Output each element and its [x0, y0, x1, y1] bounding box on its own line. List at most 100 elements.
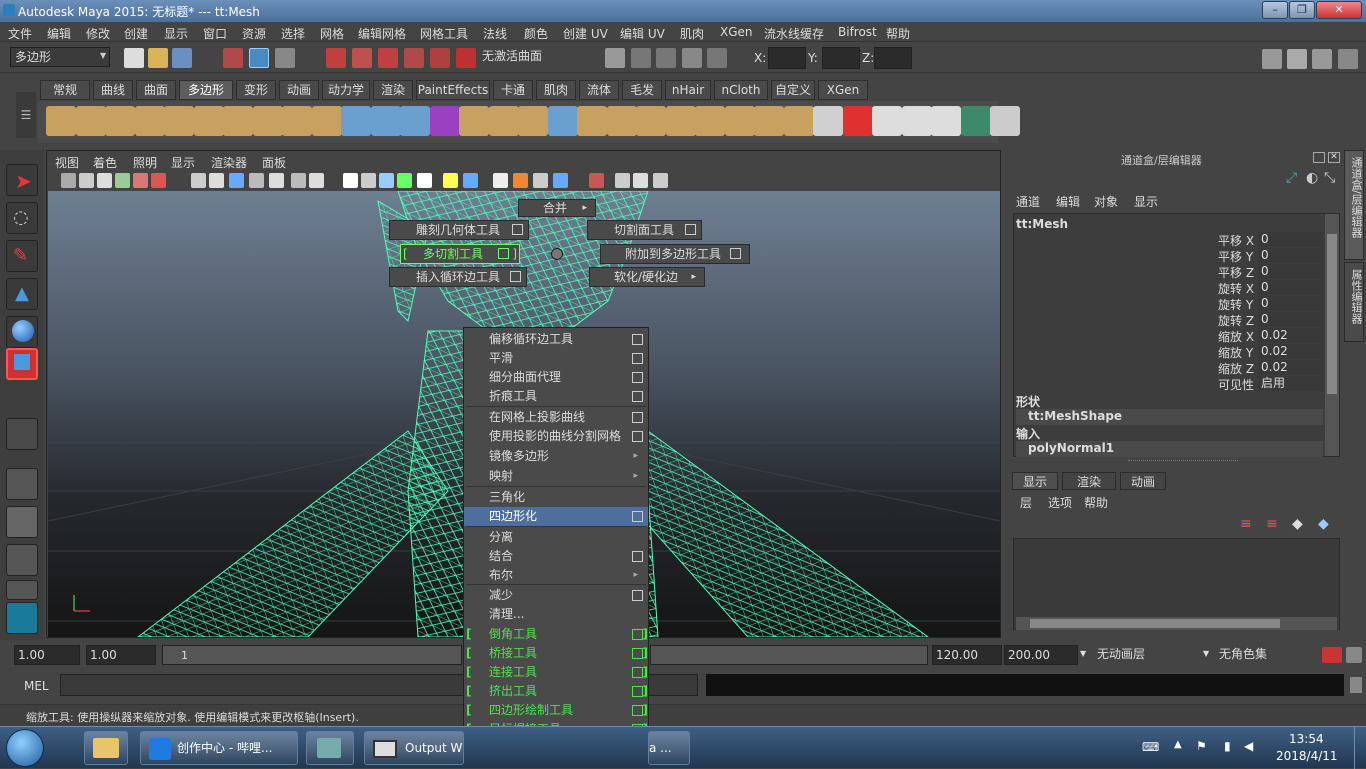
show-desktop-button[interactable]	[1354, 727, 1366, 769]
insert-loop-icon[interactable]	[636, 106, 666, 136]
option-box-icon[interactable]	[632, 353, 643, 364]
attr-value[interactable]: 0.02	[1258, 360, 1324, 375]
popup-item-13[interactable]: 减少	[464, 586, 648, 605]
option-box-icon[interactable]	[632, 705, 643, 716]
snap-grid-icon[interactable]	[326, 48, 346, 68]
menu-set-dropdown[interactable]: 多边形	[10, 47, 110, 67]
menu-7[interactable]: 选择	[281, 25, 305, 42]
viewport-menu-1[interactable]: 着色	[93, 154, 117, 171]
viewport-tool-12-icon[interactable]	[309, 173, 324, 188]
minimize-button[interactable]: –	[1262, 1, 1288, 19]
viewport-tool-25-icon[interactable]	[615, 173, 630, 188]
viewport-tool-4-icon[interactable]	[133, 173, 148, 188]
option-box-icon[interactable]	[632, 629, 643, 640]
move-layer-down-icon[interactable]: ◆	[1318, 516, 1329, 532]
menu-9[interactable]: 编辑网格	[358, 25, 406, 42]
render-settings-icon[interactable]	[682, 48, 702, 68]
layer-menu-2[interactable]: 帮助	[1084, 494, 1108, 511]
shelf-tab-11[interactable]: 流体	[579, 80, 619, 100]
rotate-tool-icon[interactable]	[6, 316, 38, 348]
ipr-render-icon[interactable]	[656, 48, 676, 68]
shelf-tab-6[interactable]: 动力学	[322, 80, 370, 100]
popup-item-2[interactable]: 细分曲面代理	[464, 368, 648, 387]
input-row[interactable]: polyNormal1	[1016, 441, 1323, 457]
splitter-handle[interactable]	[1128, 460, 1238, 464]
shelf-tab-12[interactable]: 毛发	[622, 80, 662, 100]
viewport-tool-18-icon[interactable]	[443, 173, 458, 188]
popup-item-9[interactable]: 四边形化	[464, 507, 648, 526]
snap-live-icon[interactable]	[430, 48, 450, 68]
planar-uv-icon[interactable]	[842, 106, 873, 136]
cylinder-icon[interactable]	[105, 106, 135, 136]
snap-curve-icon[interactable]	[352, 48, 372, 68]
viewport-tool-6-icon[interactable]	[191, 173, 206, 188]
select-component-icon[interactable]	[275, 48, 295, 68]
popup-item-4[interactable]: 在网格上投影曲线	[464, 408, 648, 427]
attribute-editor-icon[interactable]	[1287, 49, 1307, 69]
viewport-menu-3[interactable]: 显示	[171, 154, 195, 171]
shelf-tab-5[interactable]: 动画	[279, 80, 319, 100]
menu-4[interactable]: 显示	[164, 25, 188, 42]
viewport-tool-1-icon[interactable]	[79, 173, 94, 188]
shelf-tab-0[interactable]: 常规	[40, 80, 90, 100]
move-tool-icon[interactable]: ▲	[6, 278, 38, 310]
magnet-icon[interactable]	[456, 48, 476, 68]
menu-2[interactable]: 修改	[86, 25, 110, 42]
close-button[interactable]: ✕	[1316, 1, 1362, 19]
tray-arrow-icon[interactable]: ▲	[1174, 739, 1182, 750]
popup-item-14[interactable]: 清理...	[464, 605, 648, 624]
popup-item-0[interactable]: 偏移循环边工具	[464, 330, 648, 349]
viewport-tool-8-icon[interactable]	[229, 173, 244, 188]
taskbar-explorer[interactable]	[84, 731, 128, 765]
popup-item-7[interactable]: 映射 ▸	[464, 467, 648, 486]
viewport-tool-22-icon[interactable]	[533, 173, 548, 188]
popup-item-1[interactable]: 平滑	[464, 349, 648, 368]
menu-3[interactable]: 创建	[124, 25, 148, 42]
option-box-icon[interactable]	[632, 431, 643, 442]
playback-start-field[interactable]: 1.00	[86, 645, 156, 665]
split-icon[interactable]	[606, 106, 637, 136]
menu-12[interactable]: 颜色	[524, 25, 548, 42]
viewport-tool-24-icon[interactable]	[589, 173, 604, 188]
shelf-tab-14[interactable]: nCloth	[714, 80, 768, 100]
viewport-tool-23-icon[interactable]	[553, 173, 568, 188]
transform-z-input[interactable]	[874, 47, 912, 69]
clock-time[interactable]: 13:54	[1289, 732, 1324, 746]
attr-value[interactable]: 0.02	[1258, 344, 1324, 359]
shelf-tab-8[interactable]: PaintEffects	[416, 80, 490, 100]
quadrangulate-icon[interactable]	[813, 106, 843, 136]
shelf-tab-10[interactable]: 肌肉	[536, 80, 576, 100]
option-box-icon[interactable]	[632, 372, 643, 383]
layout-graph-icon[interactable]	[6, 580, 38, 600]
layer-menu-1[interactable]: 选项	[1048, 494, 1072, 511]
cube-icon[interactable]	[75, 106, 106, 136]
sphere-icon[interactable]	[46, 106, 76, 136]
channel-box-scrollbar[interactable]	[1325, 214, 1339, 456]
layout-single-icon[interactable]	[6, 468, 38, 500]
transfer-icon[interactable]	[990, 106, 1020, 136]
new-layer-icon[interactable]: ≡	[1240, 516, 1252, 532]
flag-icon[interactable]: ⚑	[1196, 739, 1207, 753]
menu-10[interactable]: 网格工具	[420, 25, 468, 42]
hypershade-icon[interactable]	[707, 48, 727, 68]
shelf-tab-9[interactable]: 卡通	[493, 80, 533, 100]
menu-0[interactable]: 文件	[8, 25, 32, 42]
triangulate-icon[interactable]	[783, 106, 814, 136]
booleans-icon[interactable]	[400, 106, 430, 136]
fill-hole-icon[interactable]	[754, 106, 784, 136]
select-object-icon[interactable]	[249, 48, 269, 68]
auto-key-icon[interactable]	[1322, 647, 1342, 663]
layer-tab-0[interactable]: 显示	[1012, 472, 1058, 490]
option-box-icon[interactable]	[632, 667, 643, 678]
shelf-tab-3[interactable]: 多边形	[179, 80, 233, 100]
viewport-tool-19-icon[interactable]	[463, 173, 478, 188]
viewport-tool-10-icon[interactable]	[269, 173, 284, 188]
popup-item-11[interactable]: 结合	[464, 547, 648, 566]
viewport-tool-9-icon[interactable]	[249, 173, 264, 188]
option-box-icon[interactable]	[632, 686, 643, 697]
clock-date[interactable]: 2018/4/11	[1276, 749, 1338, 763]
platonic-icon[interactable]	[282, 106, 312, 136]
layer-menu-0[interactable]: 层	[1020, 494, 1032, 511]
shelf-tab-1[interactable]: 曲线	[93, 80, 133, 100]
attr-value[interactable]: 0	[1258, 248, 1324, 263]
